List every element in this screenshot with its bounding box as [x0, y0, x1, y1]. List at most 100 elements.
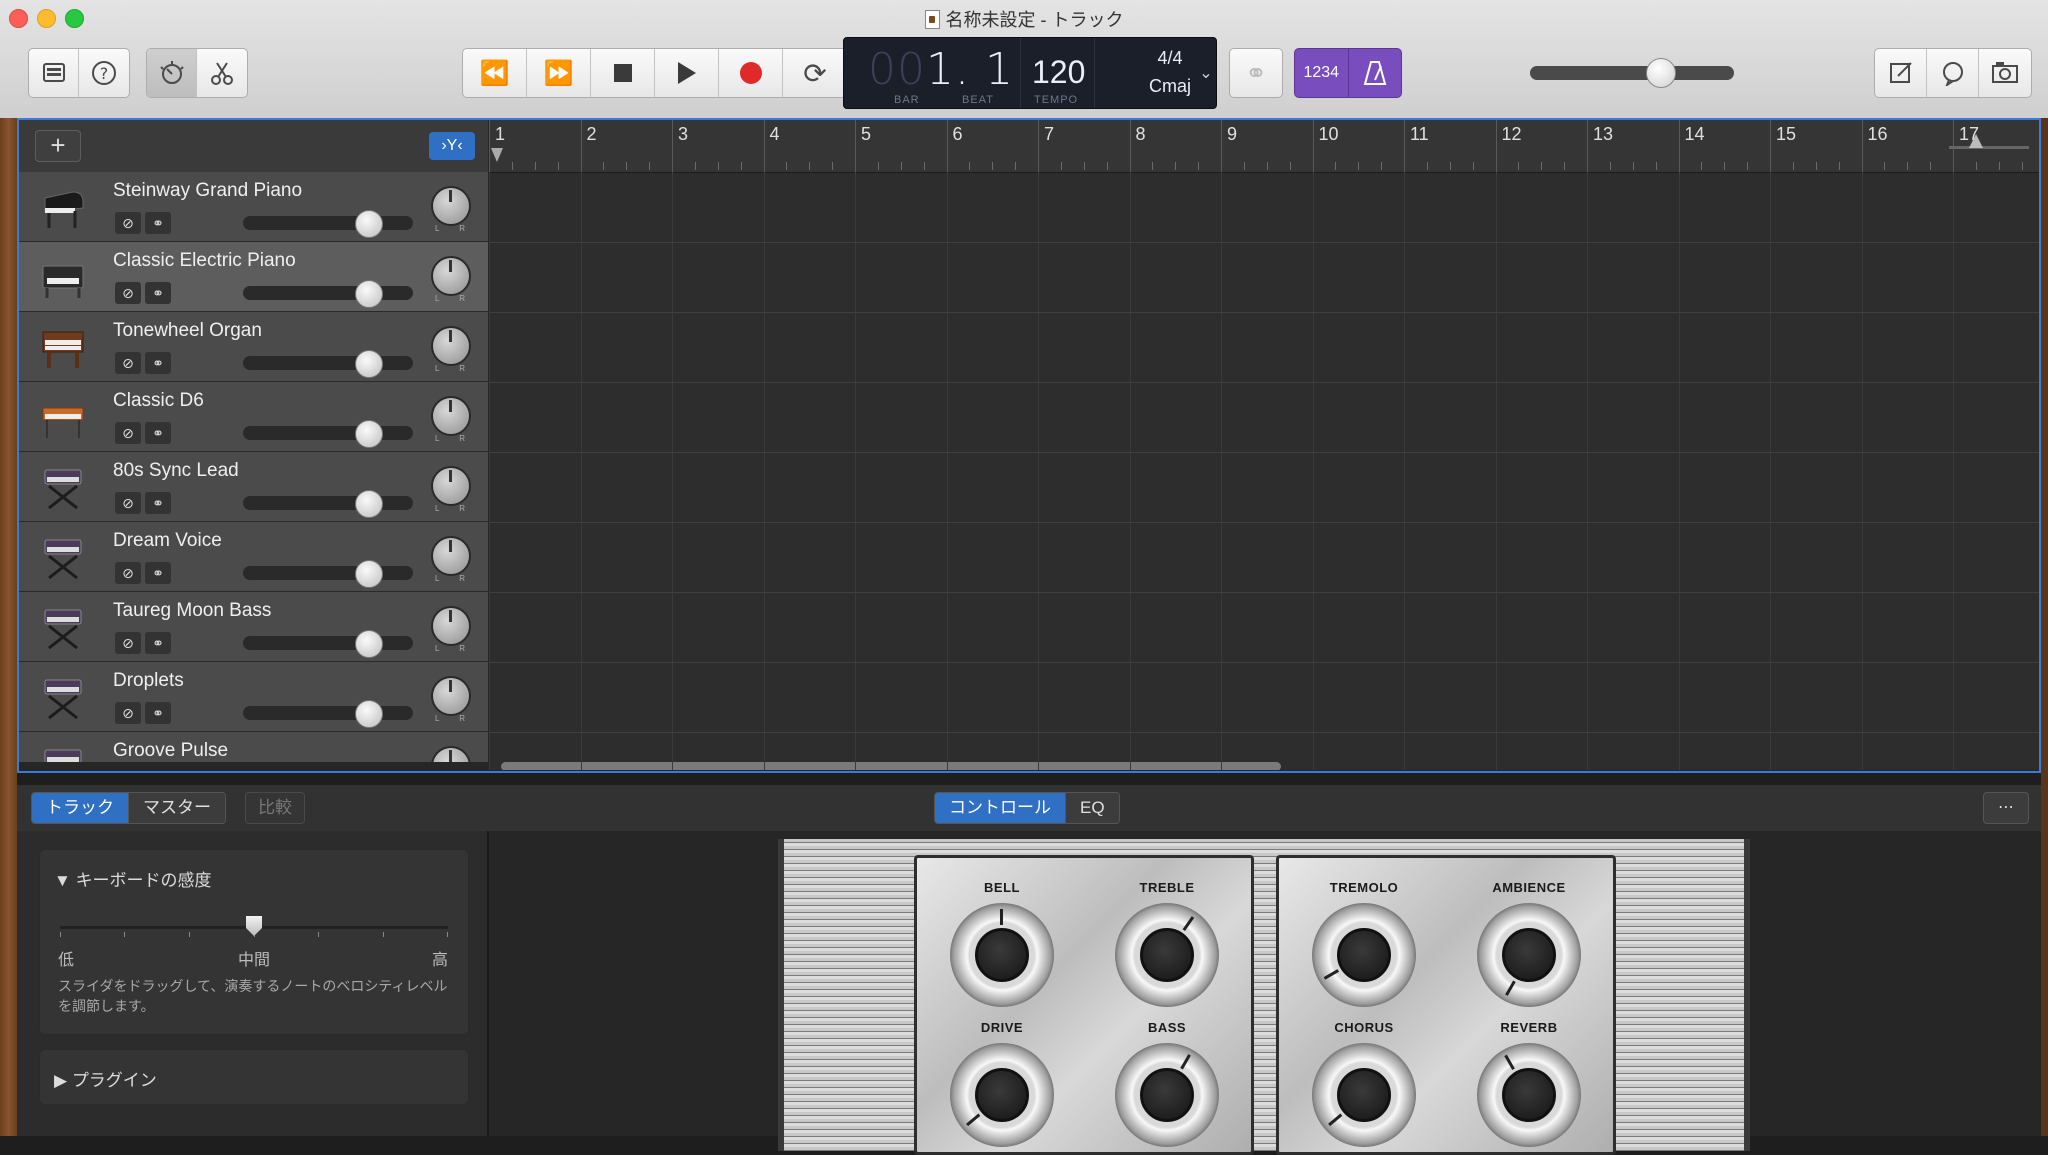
track-name[interactable]: Classic D6: [113, 390, 204, 412]
track-pan-knob[interactable]: [431, 606, 471, 646]
stop-button[interactable]: [591, 49, 655, 97]
fast-forward-button[interactable]: ⏩: [527, 49, 591, 97]
track-volume-slider[interactable]: [243, 210, 413, 238]
zoom-slider-knob[interactable]: [1969, 134, 1983, 148]
track-name[interactable]: Droplets: [113, 670, 184, 692]
master-volume-slider[interactable]: [1530, 58, 1734, 88]
metronome-button[interactable]: [1349, 49, 1402, 97]
ambience-knob[interactable]: AMBIENCE: [1454, 880, 1604, 1007]
solo-button[interactable]: ⚭: [145, 422, 171, 444]
solo-button[interactable]: ⚭: [145, 702, 171, 724]
knob-dial[interactable]: [1477, 1043, 1581, 1147]
plugins-header[interactable]: ▶ プラグイン: [54, 1066, 157, 1091]
track-name[interactable]: Groove Pulse: [113, 740, 228, 762]
knob-dial[interactable]: [1312, 1043, 1416, 1147]
tab-master[interactable]: マスター: [129, 793, 225, 823]
track-name[interactable]: Taureg Moon Bass: [113, 600, 271, 622]
quick-help-button[interactable]: ?: [79, 49, 129, 97]
treble-knob[interactable]: TREBLE: [1092, 880, 1242, 1007]
knob-dial[interactable]: [1477, 903, 1581, 1007]
mute-button[interactable]: ⊘: [115, 702, 141, 724]
track-filter-button[interactable]: ›Y‹: [429, 132, 475, 160]
knob-dial[interactable]: [950, 903, 1054, 1007]
track-volume-knob[interactable]: [355, 420, 383, 448]
track-header[interactable]: Steinway Grand Piano ⊘ ⚭ L R: [19, 172, 488, 242]
track-volume-knob[interactable]: [355, 490, 383, 518]
track-pan-knob[interactable]: [431, 326, 471, 366]
knob-dial[interactable]: [950, 1043, 1054, 1147]
track-volume-knob[interactable]: [355, 280, 383, 308]
track-volume-knob[interactable]: [355, 560, 383, 588]
track-volume-slider[interactable]: [243, 630, 413, 658]
lcd-mode-chevron-icon[interactable]: ⌄: [1196, 40, 1216, 106]
track-pan-knob[interactable]: [431, 256, 471, 296]
zoom-slider[interactable]: [1949, 132, 2029, 156]
track-volume-slider[interactable]: [243, 350, 413, 378]
track-header[interactable]: Classic Electric Piano ⊘ ⚭ L R: [19, 242, 488, 312]
track-header[interactable]: Classic D6 ⊘ ⚭ L R: [19, 382, 488, 452]
track-volume-slider[interactable]: [243, 280, 413, 308]
track-header[interactable]: 80s Sync Lead ⊘ ⚭ L R: [19, 452, 488, 522]
knob-dial[interactable]: [1115, 1043, 1219, 1147]
chorus-knob[interactable]: CHORUS: [1289, 1020, 1439, 1147]
tremolo-knob[interactable]: TREMOLO: [1289, 880, 1439, 1007]
solo-button[interactable]: ⚭: [145, 282, 171, 304]
reverb-knob[interactable]: REVERB: [1454, 1020, 1604, 1147]
play-button[interactable]: [655, 49, 719, 97]
track-name[interactable]: 80s Sync Lead: [113, 460, 239, 482]
plugins-section[interactable]: ▶ プラグイン: [39, 1049, 469, 1105]
track-name[interactable]: Steinway Grand Piano: [113, 180, 302, 202]
track-header[interactable]: Droplets ⊘ ⚭ L R: [19, 662, 488, 732]
playhead-icon[interactable]: [491, 148, 503, 162]
rewind-button[interactable]: ⏪: [463, 49, 527, 97]
mute-button[interactable]: ⊘: [115, 632, 141, 654]
compare-button[interactable]: 比較: [245, 792, 305, 824]
tab-track[interactable]: トラック: [32, 793, 129, 823]
track-header[interactable]: Groove Pulse⊘⚭LR: [19, 732, 488, 762]
track-pan-knob[interactable]: [431, 746, 471, 762]
solo-button[interactable]: ⚭: [145, 632, 171, 654]
solo-button[interactable]: ⚭: [145, 562, 171, 584]
track-pan-knob[interactable]: [431, 396, 471, 436]
track-name[interactable]: Dream Voice: [113, 530, 222, 552]
keyboard-sensitivity-header[interactable]: ▼ キーボードの感度: [54, 866, 212, 891]
count-in-button[interactable]: 1234: [1295, 49, 1349, 97]
add-track-button[interactable]: +: [35, 130, 81, 162]
mute-button[interactable]: ⊘: [115, 562, 141, 584]
lcd-display[interactable]: 001. 1 BAR BEAT 120 TEMPO 4/4 Cmaj: [843, 37, 1217, 109]
loop-browser-button[interactable]: [1927, 49, 1979, 97]
track-header[interactable]: Tonewheel Organ ⊘ ⚭ L R: [19, 312, 488, 382]
track-name[interactable]: Tonewheel Organ: [113, 320, 262, 342]
track-volume-slider[interactable]: [243, 700, 413, 728]
solo-button[interactable]: ⚭: [145, 212, 171, 234]
track-name[interactable]: Classic Electric Piano: [113, 250, 296, 272]
tab-controls[interactable]: コントロール: [935, 793, 1066, 823]
smart-controls-menu-button[interactable]: ⋯: [1983, 792, 2029, 824]
drive-knob[interactable]: DRIVE: [927, 1020, 1077, 1147]
track-volume-slider[interactable]: [243, 420, 413, 448]
mute-button[interactable]: ⊘: [115, 422, 141, 444]
mute-button[interactable]: ⊘: [115, 282, 141, 304]
master-volume-knob[interactable]: [1646, 58, 1677, 88]
track-volume-knob[interactable]: [355, 350, 383, 378]
track-volume-knob[interactable]: [355, 630, 383, 658]
track-volume-knob[interactable]: [355, 700, 383, 728]
cycle-button[interactable]: ⟳: [783, 49, 847, 97]
mute-button[interactable]: ⊘: [115, 212, 141, 234]
track-pan-knob[interactable]: [431, 536, 471, 576]
keyboard-sensitivity-slider[interactable]: [60, 916, 448, 940]
editors-button[interactable]: [197, 49, 247, 97]
solo-button[interactable]: ⚭: [145, 492, 171, 514]
knob-dial[interactable]: [1312, 903, 1416, 1007]
knob-dial[interactable]: [1115, 903, 1219, 1007]
track-header[interactable]: Dream Voice ⊘ ⚭ L R: [19, 522, 488, 592]
horizontal-scrollbar[interactable]: [501, 762, 1281, 770]
track-volume-knob[interactable]: [355, 210, 383, 238]
media-browser-button[interactable]: [1979, 49, 2031, 97]
track-pan-knob[interactable]: [431, 186, 471, 226]
smart-controls-button[interactable]: [147, 49, 197, 97]
mute-button[interactable]: ⊘: [115, 352, 141, 374]
bass-knob[interactable]: BASS: [1092, 1020, 1242, 1147]
track-volume-slider[interactable]: [243, 560, 413, 588]
track-header[interactable]: Taureg Moon Bass ⊘ ⚭ L R: [19, 592, 488, 662]
